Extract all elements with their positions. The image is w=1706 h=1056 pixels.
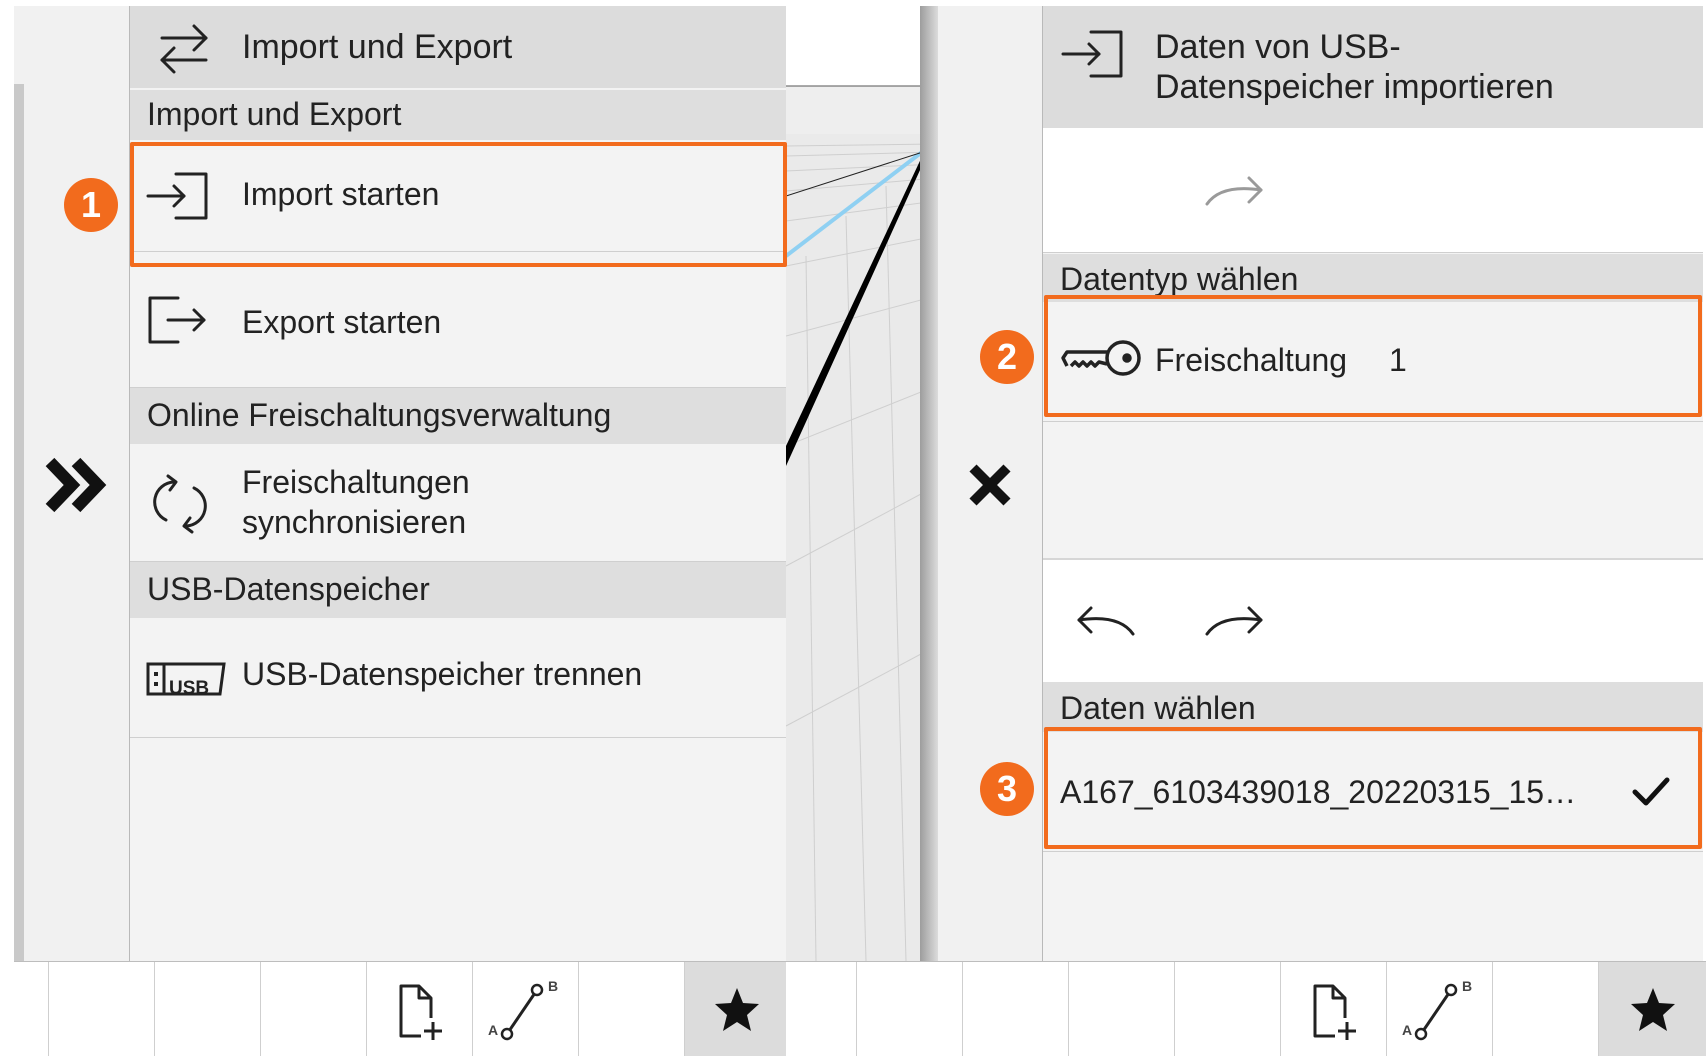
forward-arrow-icon[interactable] xyxy=(1203,170,1267,219)
step-badge-3: 3 xyxy=(980,762,1034,816)
export-icon xyxy=(146,292,210,353)
highlight-frame-3 xyxy=(1044,727,1702,849)
star-icon xyxy=(1631,988,1675,1031)
section-import-export: Import und Export xyxy=(130,90,786,140)
export-start-label: Export starten xyxy=(242,304,442,340)
highlight-frame-2 xyxy=(1044,295,1702,417)
empty-list-area xyxy=(1043,422,1703,560)
usb-icon-text: USB xyxy=(169,678,210,699)
usb-disconnect-label: USB-Datenspeicher trennen xyxy=(242,656,643,692)
highlight-frame-1 xyxy=(130,142,787,267)
star-icon xyxy=(715,988,759,1031)
toolbar-slot[interactable] xyxy=(1492,962,1598,1056)
ab-line-button[interactable]: A B xyxy=(1386,962,1492,1056)
ab-line-button[interactable]: A B xyxy=(472,962,578,1056)
field-grid xyxy=(786,6,936,961)
close-icon[interactable] xyxy=(965,460,1015,510)
double-chevron-right-icon[interactable] xyxy=(42,450,112,520)
new-document-button[interactable] xyxy=(366,962,472,1056)
panel-header: Daten von USB- Datenspeicher importieren xyxy=(1043,6,1703,128)
sync-label-line1: Freischaltungen xyxy=(242,464,470,500)
back-arrow-icon[interactable] xyxy=(1073,600,1137,649)
left-rail xyxy=(14,84,24,961)
export-start-item[interactable]: Export starten xyxy=(130,252,786,388)
panel-title-line2: Datenspeicher importieren xyxy=(1155,68,1554,106)
swap-arrows-icon xyxy=(156,20,212,81)
usb-disconnect-item[interactable]: USB USB-Datenspeicher trennen xyxy=(130,618,786,738)
ab-line-label-b: B xyxy=(1462,978,1473,994)
step-navigation-bottom xyxy=(1043,560,1703,683)
bottom-toolbar-left: A B xyxy=(14,961,786,1056)
section-daten: Daten wählen xyxy=(1043,682,1703,732)
section-online-freischaltung: Online Freischaltungsverwaltung xyxy=(130,388,786,444)
new-document-icon xyxy=(399,984,442,1040)
toolbar-slot[interactable] xyxy=(578,962,684,1056)
left-screen: Import und Export Import und Export Impo… xyxy=(0,0,936,1055)
panel-header: Import und Export xyxy=(130,6,786,88)
step-badge-2: 2 xyxy=(980,330,1034,384)
step-badge-1: 1 xyxy=(64,178,118,232)
new-document-button[interactable] xyxy=(1280,962,1386,1056)
favorites-button[interactable] xyxy=(1598,962,1706,1056)
ab-line-label-a: A xyxy=(1402,1022,1413,1038)
right-screen-shadow xyxy=(920,6,938,961)
toolbar-slot[interactable] xyxy=(260,962,366,1056)
section-usb: USB-Datenspeicher xyxy=(130,562,786,618)
sync-label-line2: synchronisieren xyxy=(242,504,467,540)
toolbar-slot[interactable] xyxy=(856,962,962,1056)
ab-line-label-a: A xyxy=(488,1022,499,1038)
toolbar-slot[interactable] xyxy=(48,962,154,1056)
toolbar-slot[interactable] xyxy=(154,962,260,1056)
field-viewport xyxy=(786,6,936,961)
toolbar-slot[interactable] xyxy=(1174,962,1280,1056)
ab-line-label-b: B xyxy=(548,978,559,994)
sync-freischaltungen-item[interactable]: Freischaltungen synchronisieren xyxy=(130,444,786,562)
step-navigation-top xyxy=(1043,128,1703,253)
forward-arrow-icon[interactable] xyxy=(1203,600,1267,649)
panel-title-line1: Daten von USB- xyxy=(1155,28,1401,66)
favorites-button[interactable] xyxy=(684,962,786,1056)
sync-icon xyxy=(152,472,208,541)
toolbar-slot[interactable] xyxy=(1068,962,1174,1056)
toolbar-slot[interactable] xyxy=(962,962,1068,1056)
bottom-toolbar-right: A B xyxy=(786,961,1706,1056)
new-document-icon xyxy=(1313,984,1356,1040)
import-icon xyxy=(1061,26,1125,87)
panel-title: Import und Export xyxy=(242,28,513,66)
